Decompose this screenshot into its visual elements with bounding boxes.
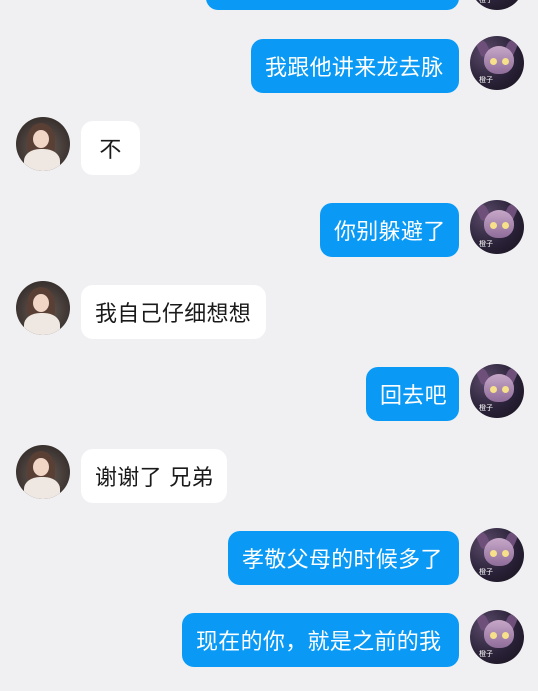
avatar-tag: 橙子 xyxy=(479,0,493,4)
contact-avatar[interactable] xyxy=(16,445,70,499)
message-text: 我跟他讲来龙去脉 xyxy=(265,56,444,81)
message-bubble-incoming[interactable]: 谢谢了 兄弟 xyxy=(81,449,227,503)
my-avatar[interactable]: 橙子 xyxy=(470,36,524,90)
message-bubble-incoming[interactable]: 不 xyxy=(81,121,140,175)
message-bubble-outgoing[interactable]: 你别躲避了 xyxy=(320,203,459,257)
message-text: 你别躲避了 xyxy=(334,220,446,245)
message-bubble-incoming[interactable]: 我自己仔细想想 xyxy=(81,285,266,339)
avatar-tag: 橙子 xyxy=(479,76,493,84)
message-text: 孝敬父母的时候多了 xyxy=(242,548,443,573)
avatar-tag: 橙子 xyxy=(479,240,493,248)
message-bubble-outgoing[interactable]: 孝敬父母的时候多了 xyxy=(228,531,459,585)
message-text: 我自己仔细想想 xyxy=(95,302,252,327)
message-text: 回去吧 xyxy=(380,384,447,409)
message-bubble-outgoing[interactable]: 我跟他讲来龙去脉 xyxy=(251,39,459,93)
message-bubble-outgoing[interactable]: 回去吧 xyxy=(366,367,459,421)
my-avatar[interactable]: 橙子 xyxy=(470,200,524,254)
my-avatar[interactable]: 橙子 xyxy=(470,528,524,582)
message-text: 现在的你，就是之前的我 xyxy=(196,630,442,655)
my-avatar[interactable]: 橙子 xyxy=(470,0,524,10)
avatar-tag: 橙子 xyxy=(479,404,493,412)
message-text: 不 xyxy=(99,138,122,163)
my-avatar[interactable]: 橙子 xyxy=(470,364,524,418)
message-bubble-outgoing[interactable]: 现在的你，就是之前的我 xyxy=(182,613,459,667)
contact-avatar[interactable] xyxy=(16,117,70,171)
message-text: 谢谢了 兄弟 xyxy=(95,466,214,491)
message-bubble-outgoing[interactable] xyxy=(206,0,459,10)
chat-message-list[interactable]: 橙子 我跟他讲来龙去脉 橙子 不 你别躲避了 橙子 我自己仔细想想 回去吧 橙子… xyxy=(0,0,538,691)
my-avatar[interactable]: 橙子 xyxy=(470,610,524,664)
avatar-tag: 橙子 xyxy=(479,650,493,658)
contact-avatar[interactable] xyxy=(16,281,70,335)
avatar-tag: 橙子 xyxy=(479,568,493,576)
